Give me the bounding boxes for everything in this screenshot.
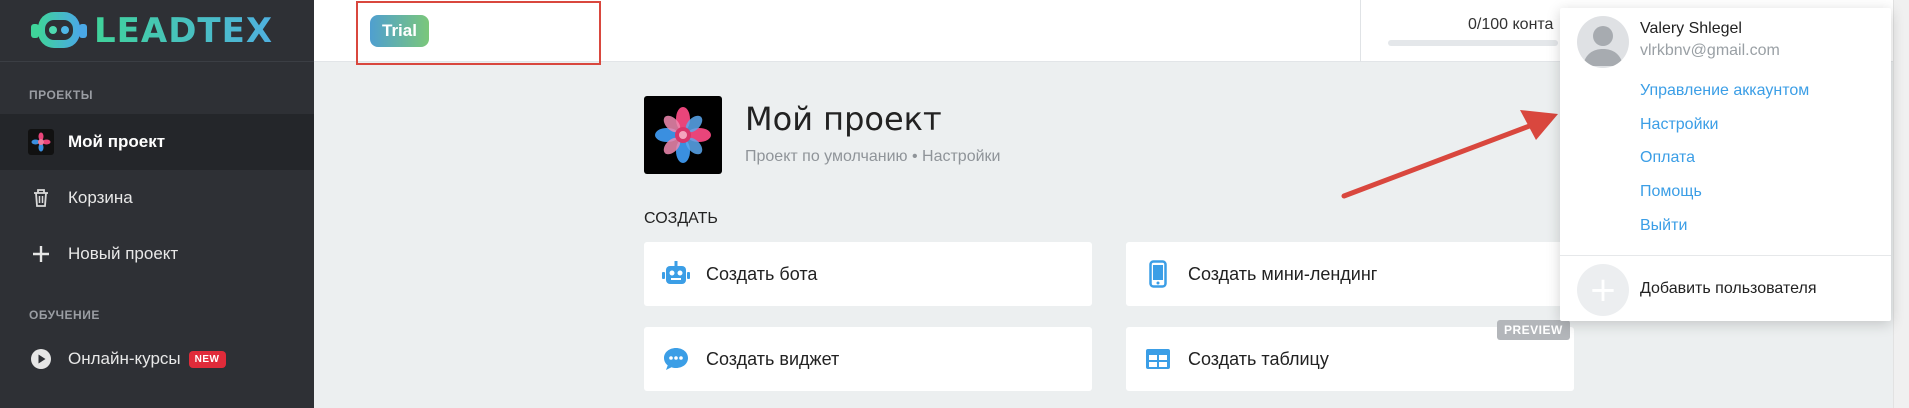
avatar (1577, 16, 1629, 68)
menu-divider (1560, 255, 1891, 256)
annotation-arrow-icon (1341, 110, 1558, 199)
section-title-learning: ОБУЧЕНИЕ (29, 308, 100, 322)
menu-item-payment[interactable]: Оплата (1640, 149, 1695, 167)
create-widget-button[interactable]: Создать виджет (644, 327, 1092, 391)
trial-badge[interactable]: Trial (370, 15, 429, 47)
create-bot-button[interactable]: Создать бота (644, 242, 1092, 306)
sidebar: LEADTEX ПРОЕКТЫ Мой проект Корзина Новый… (0, 0, 314, 408)
add-user-icon[interactable]: + (1577, 264, 1629, 316)
logo[interactable]: LEADTEX (0, 0, 314, 62)
card-label: Создать таблицу (1188, 348, 1329, 369)
user-dropdown-menu: Valery Shlegel vlrkbnv@gmail.com Управле… (1560, 8, 1891, 321)
card-label: Создать бота (706, 263, 818, 284)
chat-bubble-icon (660, 343, 692, 375)
contacts-progress-bar (1388, 40, 1558, 46)
card-label: Создать виджет (706, 348, 840, 369)
preview-badge: PREVIEW (1497, 320, 1570, 340)
project-logo-icon[interactable] (644, 96, 722, 174)
sidebar-item-trash[interactable]: Корзина (0, 170, 314, 226)
sidebar-item-new-project[interactable]: Новый проект (0, 226, 314, 282)
scrollbar[interactable] (1893, 0, 1909, 408)
user-name: Valery Shlegel (1640, 20, 1742, 37)
topbar-divider (1360, 0, 1361, 62)
section-title-projects: ПРОЕКТЫ (29, 88, 94, 102)
user-email: vlrkbnv@gmail.com (1640, 42, 1780, 59)
menu-item-help[interactable]: Помощь (1640, 183, 1702, 201)
contacts-counter: 0/100 конта (1468, 16, 1554, 33)
create-mini-landing-button[interactable]: Создать мини-лендинг (1126, 242, 1574, 306)
project-flower-icon (28, 129, 54, 155)
page-title: Мой проект (745, 100, 942, 138)
add-user-button[interactable]: Добавить пользователя (1640, 280, 1816, 298)
menu-item-logout[interactable]: Выйти (1640, 217, 1687, 235)
trash-icon (28, 185, 54, 211)
sidebar-item-label: Корзина (68, 188, 133, 207)
sidebar-item-label: Онлайн-курсы (68, 349, 181, 368)
sidebar-item-label: Новый проект (68, 244, 179, 263)
robot-logo-icon (28, 8, 90, 54)
project-header: Мой проект Проект по умолчанию • Настрой… (644, 96, 1000, 174)
menu-item-account-management[interactable]: Управление аккаунтом (1640, 82, 1809, 100)
menu-item-settings[interactable]: Настройки (1640, 116, 1718, 134)
sidebar-item-online-courses[interactable]: Онлайн-курсы NEW (0, 334, 314, 384)
mobile-icon (1142, 258, 1174, 290)
table-icon (1142, 343, 1174, 375)
new-badge: NEW (188, 350, 226, 368)
plus-icon (28, 241, 54, 267)
play-circle-icon (28, 346, 54, 372)
sidebar-item-my-project[interactable]: Мой проект (0, 114, 314, 170)
logo-text: LEADTEX (94, 10, 274, 51)
sidebar-item-label: Мой проект (68, 132, 166, 151)
project-subtitle[interactable]: Проект по умолчанию • Настройки (745, 148, 1000, 166)
create-section-label: СОЗДАТЬ (644, 210, 718, 227)
card-label: Создать мини-лендинг (1188, 263, 1378, 284)
robot-icon (660, 258, 692, 290)
